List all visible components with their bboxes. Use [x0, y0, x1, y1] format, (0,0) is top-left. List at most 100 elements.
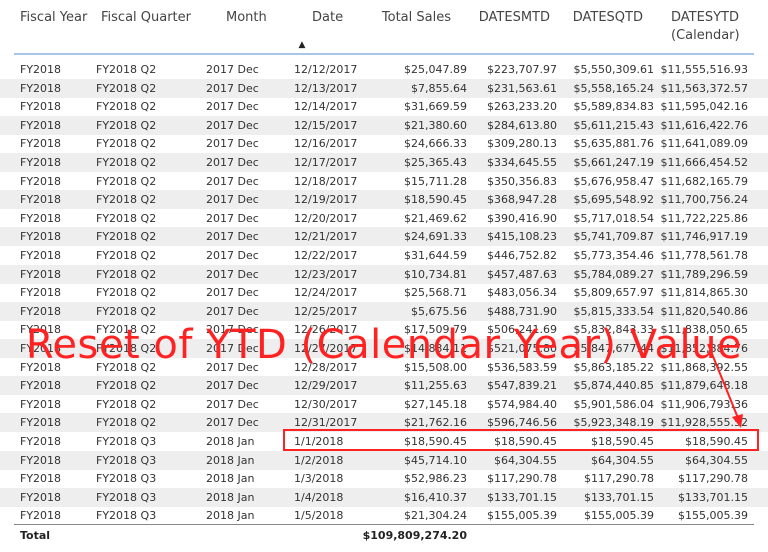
- month-cell: 2017 Dec: [206, 397, 259, 411]
- date-cell: 12/21/2017: [294, 230, 358, 244]
- fiscal-year-cell: FY2018: [20, 490, 62, 504]
- total-sales-cell: $25,568.71: [404, 286, 467, 300]
- table-row[interactable]: FY2018 FY2018 Q3 2018 Jan 1/4/2018 $16,410.3…: [0, 487, 768, 507]
- fiscal-quarter-cell: FY2018 Q2: [96, 100, 157, 114]
- fiscal-year-cell: FY2018: [20, 286, 62, 300]
- datesqtd-cell: $5,661,247.19: [573, 156, 654, 169]
- fiscal-quarter-cell: FY2018 Q2: [96, 118, 157, 132]
- table-row[interactable]: FY2018 FY2018 Q2 2017 Dec 12/14/2017 $31,669…: [0, 97, 768, 116]
- fiscal-quarter-cell: FY2018 Q3: [96, 472, 157, 486]
- table-row[interactable]: FY2018 FY2018 Q2 2017 Dec 12/24/2017 $25,568…: [0, 283, 768, 302]
- column-header-fiscal-quarter[interactable]: Fiscal Quarter: [101, 9, 191, 27]
- datesmtd-cell: $334,645.55: [487, 156, 557, 169]
- table-row[interactable]: FY2018 FY2018 Q2 2017 Dec 12/21/2017 $24,691…: [0, 227, 768, 247]
- total-sales-cell: $31,669.59: [404, 100, 467, 114]
- date-cell: 12/19/2017: [294, 193, 358, 207]
- datesmtd-cell: $117,290.78: [487, 472, 557, 486]
- datesytd-cell: $11,879,648.18: [660, 379, 748, 393]
- datesytd-cell: $11,595,042.16: [660, 100, 748, 114]
- fiscal-quarter-cell: FY2018 Q2: [96, 249, 157, 262]
- column-header-date[interactable]: Date: [312, 9, 343, 27]
- datesmtd-cell: $415,108.23: [487, 230, 557, 244]
- month-cell: 2018 Jan: [206, 490, 255, 504]
- fiscal-year-cell: FY2018: [20, 397, 62, 411]
- header-divider: [14, 53, 754, 55]
- datesqtd-cell: $5,550,309.61: [573, 63, 654, 76]
- sort-ascending-icon[interactable]: ▲: [294, 40, 310, 50]
- fiscal-quarter-cell: FY2018 Q3: [96, 435, 157, 448]
- month-cell: 2017 Dec: [206, 286, 259, 300]
- column-header-datesqtd[interactable]: DATESQTD: [573, 9, 643, 27]
- datesmtd-cell: $574,984.40: [487, 397, 557, 411]
- date-cell: 12/13/2017: [294, 81, 358, 95]
- table-row[interactable]: FY2018 FY2018 Q2 2017 Dec 12/19/2017 $18,590…: [0, 190, 768, 210]
- column-header-datesmtd[interactable]: DATESMTD: [479, 9, 550, 27]
- total-row: Total $109,809,274.20: [0, 525, 768, 547]
- date-cell: 12/17/2017: [294, 156, 358, 169]
- table-row[interactable]: FY2018 FY2018 Q2 2017 Dec 12/18/2017 $15,711…: [0, 172, 768, 191]
- date-cell: 12/18/2017: [294, 174, 358, 188]
- fiscal-quarter-cell: FY2018 Q2: [96, 230, 157, 244]
- table-row[interactable]: FY2018 FY2018 Q2 2017 Dec 12/22/2017 $31,644…: [0, 246, 768, 265]
- table-row[interactable]: FY2018 FY2018 Q2 2017 Dec 12/23/2017 $10,734…: [0, 264, 768, 284]
- table-header: Fiscal Year Fiscal Quarter Month Date To…: [0, 0, 768, 58]
- column-header-fiscal-year[interactable]: Fiscal Year: [20, 9, 87, 27]
- total-sales-cell: $21,380.60: [404, 118, 467, 132]
- datesqtd-cell: $5,815,333.54: [573, 304, 654, 318]
- date-cell: 12/30/2017: [294, 397, 358, 411]
- total-sales-cell: $52,986.23: [404, 472, 467, 486]
- datesqtd-cell: $133,701.15: [584, 490, 654, 504]
- column-header-datesytd-line1: DATESYTD: [671, 10, 739, 25]
- month-cell: 2017 Dec: [206, 174, 259, 188]
- datesqtd-cell: $5,676,958.47: [573, 174, 654, 188]
- table-row[interactable]: FY2018 FY2018 Q2 2017 Dec 12/16/2017 $24,666…: [0, 134, 768, 153]
- fiscal-quarter-cell: FY2018 Q2: [96, 211, 157, 225]
- total-sales-cell: $45,714.10: [404, 453, 467, 467]
- datesmtd-cell: $390,416.90: [487, 211, 557, 225]
- datesmtd-cell: $483,056.34: [487, 286, 557, 300]
- month-cell: 2017 Dec: [206, 137, 259, 151]
- fiscal-quarter-cell: FY2018 Q2: [96, 416, 157, 430]
- fiscal-quarter-cell: FY2018 Q2: [96, 81, 157, 95]
- month-cell: 2017 Dec: [206, 100, 259, 114]
- total-sales-cell: $16,410.37: [404, 490, 467, 504]
- datesmtd-cell: $350,356.83: [487, 174, 557, 188]
- total-sales-cell: $24,691.33: [404, 230, 467, 244]
- table-row[interactable]: FY2018 FY2018 Q2 2017 Dec 12/13/2017 $7,855.…: [0, 78, 768, 98]
- fiscal-year-cell: FY2018: [20, 193, 62, 207]
- datesqtd-cell: $5,874,440.85: [573, 379, 654, 393]
- table-row[interactable]: FY2018 FY2018 Q2 2017 Dec 12/29/2017 $11,255…: [0, 376, 768, 396]
- datesqtd-cell: $5,901,586.04: [573, 397, 654, 411]
- month-cell: 2017 Dec: [206, 118, 259, 132]
- fiscal-year-cell: FY2018: [20, 453, 62, 467]
- datesytd-cell: $11,616,422.76: [660, 118, 748, 132]
- table-row[interactable]: FY2018 FY2018 Q2 2017 Dec 12/17/2017 $25,365…: [0, 153, 768, 172]
- table-row[interactable]: FY2018 FY2018 Q2 2017 Dec 12/20/2017 $21,469…: [0, 209, 768, 228]
- datesytd-cell: $117,290.78: [678, 472, 748, 486]
- month-cell: 2017 Dec: [206, 211, 259, 225]
- month-cell: 2018 Jan: [206, 435, 255, 448]
- fiscal-year-cell: FY2018: [20, 249, 62, 262]
- fiscal-quarter-cell: FY2018 Q2: [96, 137, 157, 151]
- column-header-datesytd[interactable]: DATESYTD (Calendar): [671, 9, 740, 45]
- datesytd-cell: $11,820,540.86: [660, 304, 748, 318]
- fiscal-year-cell: FY2018: [20, 416, 62, 430]
- fiscal-quarter-cell: FY2018 Q2: [96, 397, 157, 411]
- date-cell: 12/16/2017: [294, 137, 358, 151]
- total-sales-cell: $31,644.59: [404, 249, 467, 262]
- month-cell: 2017 Dec: [206, 156, 259, 169]
- table-row[interactable]: FY2018 FY2018 Q3 2018 Jan 1/3/2018 $52,986.2…: [0, 469, 768, 488]
- table-row[interactable]: FY2018 FY2018 Q2 2017 Dec 12/30/2017 $27,145…: [0, 395, 768, 414]
- column-header-total-sales[interactable]: Total Sales: [382, 9, 451, 27]
- table-row[interactable]: FY2018 FY2018 Q2 2017 Dec 12/25/2017 $5,675.…: [0, 301, 768, 321]
- total-sales-cell: $18,590.45: [404, 193, 467, 207]
- total-sales-cell: $11,255.63: [404, 379, 467, 393]
- datesmtd-cell: $368,947.28: [487, 193, 557, 207]
- table-row[interactable]: FY2018 FY2018 Q2 2017 Dec 12/12/2017 $25,047…: [0, 60, 768, 79]
- table-row[interactable]: FY2018 FY2018 Q3 2018 Jan 1/5/2018 $21,304.2…: [0, 506, 768, 525]
- table-row[interactable]: FY2018 FY2018 Q2 2017 Dec 12/15/2017 $21,380…: [0, 115, 768, 135]
- total-sales-cell: $15,711.28: [404, 174, 467, 188]
- table-row[interactable]: FY2018 FY2018 Q3 2018 Jan 1/2/2018 $45,714.1…: [0, 450, 768, 470]
- month-cell: 2018 Jan: [206, 453, 255, 467]
- column-header-month[interactable]: Month: [226, 9, 267, 27]
